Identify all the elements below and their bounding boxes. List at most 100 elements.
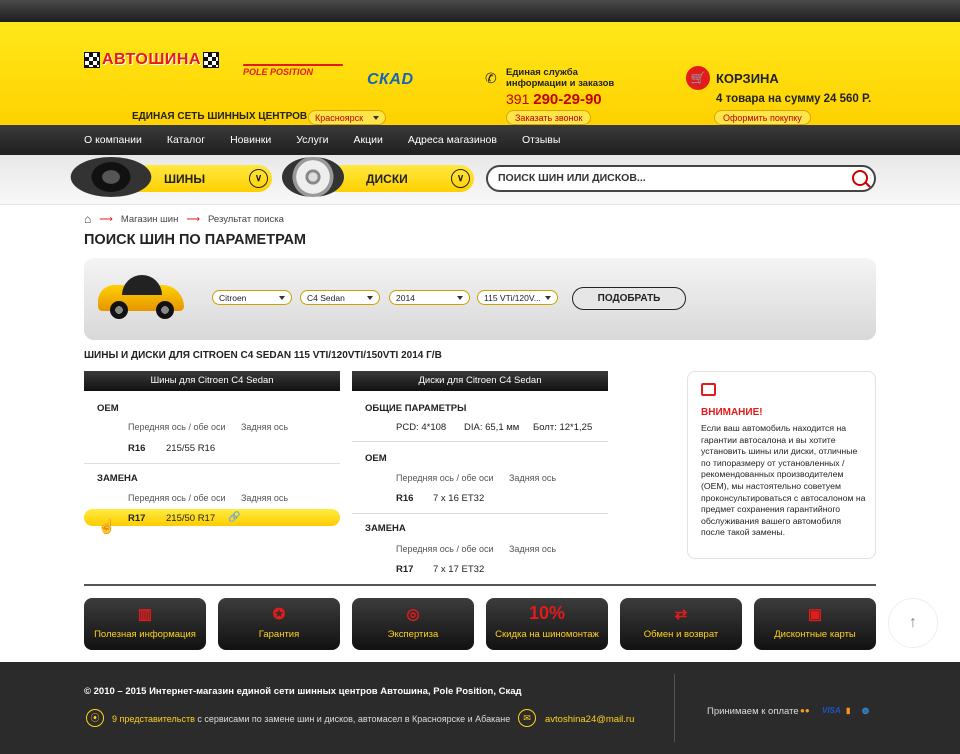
menu-item-catalog[interactable]: Каталог <box>167 134 205 146</box>
results-title: ШИНЫ И ДИСКИ ДЛЯ CITROEN C4 SEDAN 115 VT… <box>84 350 442 361</box>
card-icon: ▣ <box>807 606 823 623</box>
engine-select[interactable]: 115 VTi/120V... <box>477 290 558 305</box>
scroll-top-button[interactable]: ↑ <box>888 598 938 648</box>
chevron-down-icon <box>279 295 285 300</box>
engine-value: 115 VTi/120V... <box>484 292 541 303</box>
home-icon[interactable]: ⌂ <box>84 212 91 226</box>
tires-repl-rim: R17 <box>128 513 146 524</box>
header: АВТОШИНА POLE POSITION СКАD ЕДИНАЯ СЕТЬ … <box>0 22 960 125</box>
feature-label: Гарантия <box>258 629 300 640</box>
checker-flag-icon <box>84 52 100 68</box>
disks-oem-front-header: Передняя ось / обе оси <box>396 473 494 483</box>
percent-badge: 10% <box>528 603 566 623</box>
feature-exchange[interactable]: ⇄ Обмен и возврат <box>620 598 742 650</box>
cart-summary: 4 товара на сумму 24 560 Р. <box>716 93 872 105</box>
avtoshina-logo-text: АВТОШИНА <box>102 51 202 68</box>
checkout-button[interactable]: Оформить покупку <box>714 110 811 125</box>
pick-button[interactable]: ПОДОБРАТЬ <box>572 287 686 310</box>
disks-oem-rim: R16 <box>396 493 414 504</box>
phone-code: 391 <box>506 91 530 107</box>
tires-oem-title: OEM <box>97 403 119 414</box>
tab-tires[interactable]: Шины для Citroen C4 Sedan <box>84 371 340 391</box>
tab-disks[interactable]: Диски для Citroen C4 Sedan <box>352 371 608 391</box>
divider <box>84 463 340 464</box>
callback-button[interactable]: Заказать звонок <box>506 110 592 125</box>
feature-warranty[interactable]: ✪ Гарантия <box>218 598 340 650</box>
search-input[interactable]: ПОИСК ШИН ИЛИ ДИСКОВ... <box>486 165 876 192</box>
link-icon[interactable]: 🔗 <box>228 512 240 523</box>
model-value: C4 Sedan <box>307 292 345 303</box>
disks-repl-rim: R17 <box>396 564 414 575</box>
visa-icon: VISA <box>822 706 841 715</box>
tires-oem-rear-header: Задняя ось <box>241 422 289 432</box>
chevron-down-icon <box>373 115 379 120</box>
make-select[interactable]: Citroen <box>212 290 292 305</box>
warranty-notice: ВНИМАНИЕ! Если ваш автомобиль находится … <box>687 371 876 559</box>
divider <box>352 441 608 442</box>
wheel-search-icon: ◎ <box>406 606 420 623</box>
tires-oem-front-header: Передняя ось / обе оси <box>128 422 226 432</box>
breadcrumb-shop[interactable]: Магазин шин <box>121 214 178 225</box>
representatives-link[interactable]: 9 представительств <box>112 714 195 724</box>
disks-category-button[interactable]: ДИСКИ ∨ <box>282 157 474 197</box>
notice-title: ВНИМАНИЕ! <box>701 407 763 418</box>
feature-discount[interactable]: 10% Скидка на шиномонтаж <box>486 598 608 650</box>
tires-repl-size[interactable]: 215/50 R17 <box>166 513 215 524</box>
city-value: Красноярск <box>315 112 364 123</box>
year-select[interactable]: 2014 <box>389 290 470 305</box>
main-menu: О компании Каталог Новинки Услуги Акции … <box>0 125 960 155</box>
phone-icon: ✆ <box>485 70 497 86</box>
phone-number[interactable]: 391 290-29-90 <box>506 91 602 108</box>
chevron-down-icon <box>367 295 373 300</box>
menu-item-reviews[interactable]: Отзывы <box>522 134 560 146</box>
race-car-icon <box>243 52 343 66</box>
hand-cursor-icon: ☝ <box>98 518 116 534</box>
model-select[interactable]: C4 Sedan <box>300 290 380 305</box>
tires-label: ШИНЫ <box>164 171 206 186</box>
feature-expertise[interactable]: ◎ Экспертиза <box>352 598 474 650</box>
network-tagline: ЕДИНАЯ СЕТЬ ШИННЫХ ЦЕНТРОВ <box>132 111 308 122</box>
payment-label: Принимаем к оплате <box>707 706 799 717</box>
disks-repl-front-header: Передняя ось / обе оси <box>396 544 494 554</box>
disks-repl-size[interactable]: 7 x 17 ET32 <box>433 564 484 575</box>
cart-icon[interactable]: 🛒 <box>686 66 710 90</box>
menu-item-services[interactable]: Услуги <box>296 134 328 146</box>
disks-dia: DIA: 65,1 мм <box>464 422 520 433</box>
disk-icon <box>282 157 344 197</box>
webmoney-icon: ◍ <box>862 706 869 715</box>
menu-item-stores[interactable]: Адреса магазинов <box>408 134 497 146</box>
pole-position-logo[interactable]: POLE POSITION <box>243 52 343 77</box>
representatives-text: 9 представительств с сервисами по замене… <box>112 714 510 724</box>
tires-category-button[interactable]: ШИНЫ ∨ <box>70 157 272 197</box>
search-band: ШИНЫ ∨ ДИСКИ ∨ ПОИСК ШИН ИЛИ ДИСКОВ... <box>0 155 960 205</box>
feature-label: Экспертиза <box>387 629 439 640</box>
breadcrumb-current: Результат поиска <box>207 213 284 225</box>
location-pin-icon: ⦿ <box>86 709 104 727</box>
make-value: Citroen <box>219 292 247 303</box>
year-value: 2014 <box>396 292 415 303</box>
feature-useful-info[interactable]: ▥ Полезная информация <box>84 598 206 650</box>
feature-label: Обмен и возврат <box>643 629 719 640</box>
disks-oem-size[interactable]: 7 x 16 ET32 <box>433 493 484 504</box>
feature-discount-cards[interactable]: ▣ Дисконтные карты <box>754 598 876 650</box>
email-link[interactable]: avtoshina24@mail.ru <box>545 714 634 725</box>
arrow-right-icon: ⟶ <box>99 213 113 225</box>
section-divider <box>84 584 876 586</box>
divider <box>352 513 608 514</box>
cart-title[interactable]: КОРЗИНА <box>716 71 779 86</box>
tires-oem-size[interactable]: 215/55 R16 <box>166 443 215 454</box>
search-placeholder: ПОИСК ШИН ИЛИ ДИСКОВ... <box>498 172 646 184</box>
menu-item-promo[interactable]: Акции <box>354 134 383 146</box>
representatives-desc: с сервисами по замене шин и дисков, авто… <box>194 714 511 724</box>
tires-repl-title: ЗАМЕНА <box>97 473 138 484</box>
mastercard-icon: ●● <box>800 706 810 715</box>
disks-label: ДИСКИ <box>366 171 408 186</box>
search-icon[interactable] <box>852 170 868 186</box>
avtoshina-logo[interactable]: АВТОШИНА <box>84 49 220 71</box>
menu-item-about[interactable]: О компании <box>84 134 142 146</box>
city-select[interactable]: Красноярск <box>308 110 386 125</box>
skad-logo[interactable]: СКАD <box>367 71 414 89</box>
tires-oem-rim: R16 <box>128 443 146 454</box>
award-icon: ✪ <box>272 606 286 623</box>
menu-item-new[interactable]: Новинки <box>230 134 271 146</box>
